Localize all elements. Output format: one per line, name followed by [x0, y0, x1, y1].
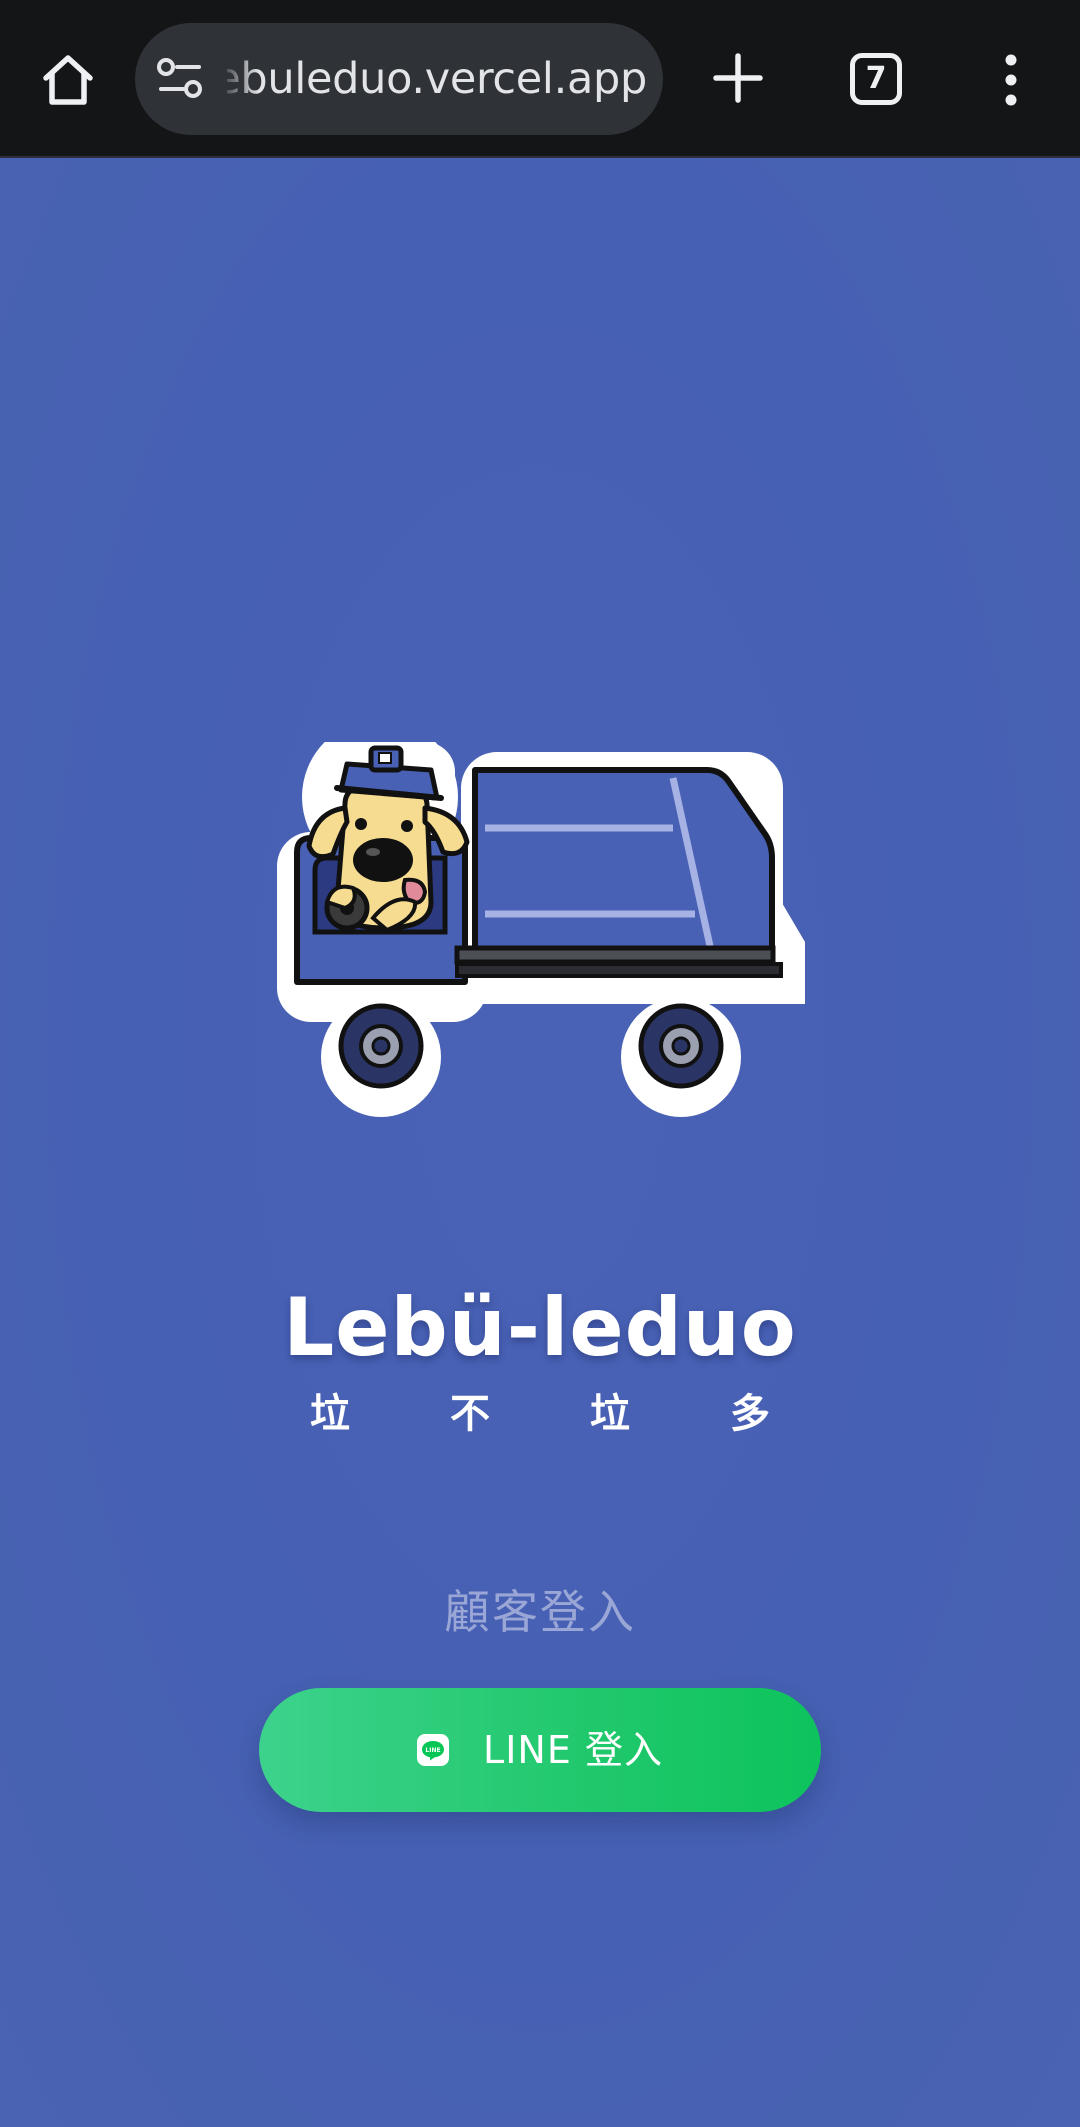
url-fade — [219, 23, 259, 135]
brand-subtitle-char: 多 — [730, 1391, 770, 1437]
home-icon[interactable] — [38, 50, 98, 110]
garbage-truck-dog-logo — [277, 742, 805, 1117]
svg-text:LINE: LINE — [425, 1747, 440, 1754]
brand-subtitle-char: 不 — [450, 1391, 490, 1437]
more-menu-icon[interactable] — [988, 52, 1034, 108]
new-tab-icon[interactable] — [710, 50, 766, 106]
line-login-button[interactable]: LINE LINE 登入 — [259, 1688, 821, 1812]
address-bar[interactable]: lebuleduo.vercel.app — [135, 23, 663, 135]
url-text[interactable]: lebuleduo.vercel.app — [227, 23, 647, 135]
tab-switcher-button[interactable]: 7 — [850, 53, 902, 105]
brand-subtitle: 垃 不 垃 多 — [310, 1386, 770, 1442]
site-settings-icon[interactable] — [155, 54, 205, 104]
brand-subtitle-char: 垃 — [310, 1391, 350, 1437]
browser-toolbar: lebuleduo.vercel.app 7 — [0, 0, 1080, 158]
brand-title: Lebü-leduo — [283, 1281, 797, 1374]
line-logo-icon: LINE — [417, 1734, 450, 1766]
customer-login-label: 顧客登入 — [444, 1585, 636, 1639]
login-page: Lebü-leduo 垃 不 垃 多 顧客登入 LINE LINE 登入 — [0, 160, 1080, 2127]
line-login-button-label: LINE 登入 — [483, 1728, 663, 1772]
brand-subtitle-char: 垃 — [590, 1391, 630, 1437]
